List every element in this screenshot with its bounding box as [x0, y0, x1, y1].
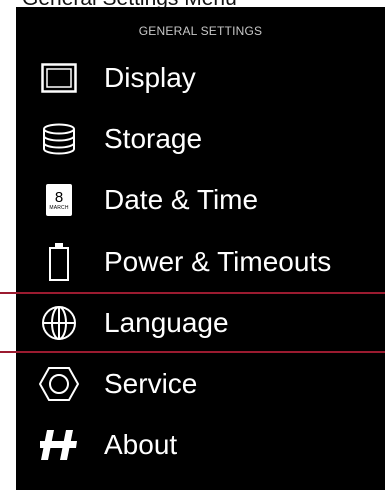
menu-item-label: Service — [104, 368, 198, 400]
settings-panel: GENERAL SETTINGS Display Storage 8 MARCH… — [0, 7, 385, 490]
settings-menu: Display Storage 8 MARCH Date & Time Powe… — [0, 47, 385, 476]
menu-item-display[interactable]: Display — [16, 47, 385, 108]
display-icon — [38, 57, 80, 99]
calendar-day: 8 — [54, 188, 64, 206]
menu-item-storage[interactable]: Storage — [16, 108, 385, 169]
menu-item-label: About — [104, 429, 178, 461]
menu-item-label: Date & Time — [104, 184, 259, 216]
storage-icon — [38, 118, 80, 160]
calendar-month: MARCH — [49, 204, 69, 211]
menu-item-label: Language — [104, 306, 229, 338]
menu-item-power-timeouts[interactable]: Power & Timeouts — [16, 231, 385, 292]
menu-item-service[interactable]: Service — [16, 353, 385, 414]
menu-item-date-time[interactable]: 8 MARCH Date & Time — [16, 170, 385, 231]
menu-item-about[interactable]: About — [16, 415, 385, 476]
menu-item-language[interactable]: Language — [0, 292, 385, 354]
globe-icon — [38, 302, 80, 344]
menu-item-label: Power & Timeouts — [104, 245, 332, 277]
hasselblad-h-icon — [38, 424, 80, 466]
menu-item-label: Display — [104, 61, 196, 93]
menu-item-label: Storage — [104, 122, 203, 154]
calendar-icon: 8 MARCH — [38, 179, 80, 221]
panel-title: GENERAL SETTINGS — [138, 24, 263, 38]
hex-nut-icon — [38, 363, 80, 405]
battery-icon — [38, 241, 80, 283]
